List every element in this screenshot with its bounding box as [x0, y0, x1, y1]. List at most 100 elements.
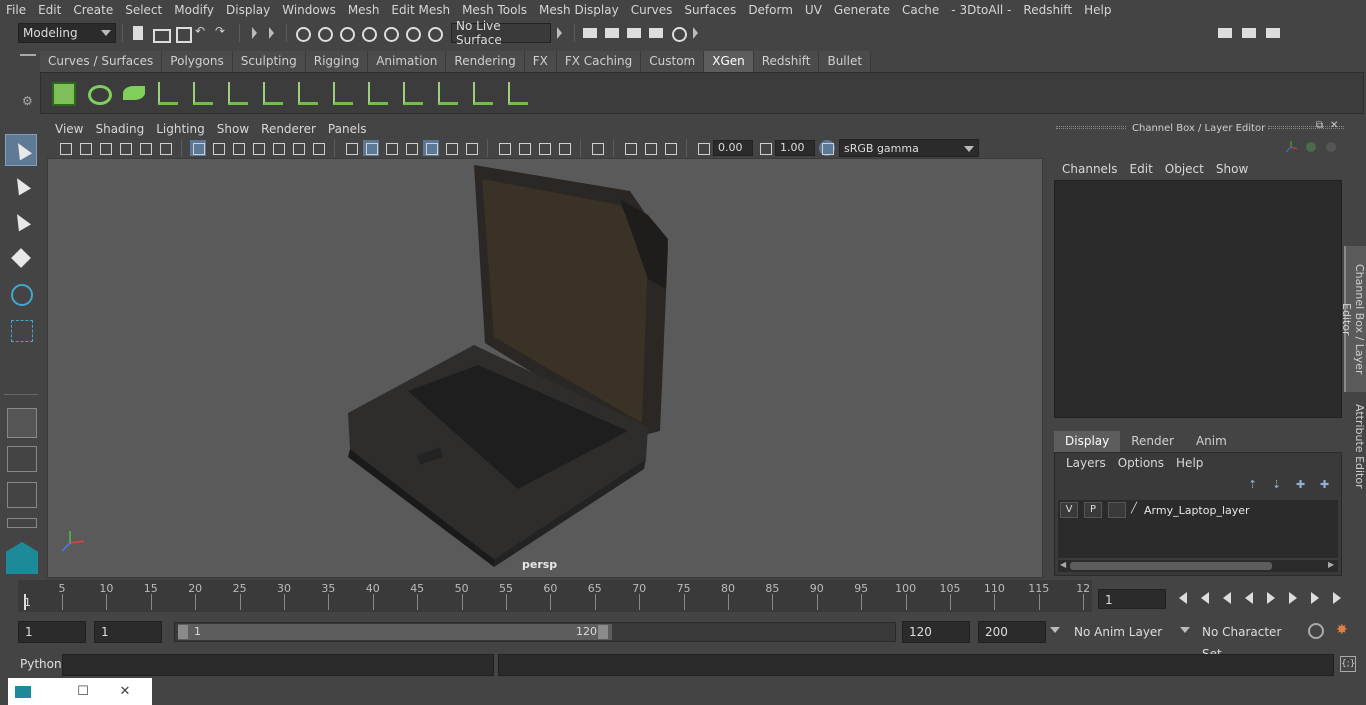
chevron-down-icon[interactable]: [1050, 627, 1060, 633]
close-icon[interactable]: ✕: [110, 678, 140, 705]
exposure-icon[interactable]: [695, 140, 711, 156]
close-panel-icon[interactable]: ✕: [1330, 120, 1338, 131]
ambient-occlusion-icon[interactable]: [496, 140, 512, 156]
status-dot-icon[interactable]: [1306, 142, 1316, 152]
shelf-tab-custom[interactable]: Custom: [641, 51, 705, 72]
camera-attributes-icon[interactable]: [77, 140, 93, 156]
gamma-icon[interactable]: [757, 140, 773, 156]
mode-dropdown[interactable]: Modeling: [18, 23, 116, 43]
maximize-icon[interactable]: ☐: [68, 678, 98, 705]
tab-render[interactable]: Render: [1120, 431, 1185, 452]
gamma-field[interactable]: 1.00: [775, 140, 815, 156]
lasso-tool-icon[interactable]: [5, 170, 37, 202]
motion-blur-icon[interactable]: [516, 140, 532, 156]
xgen-place-guide-icon[interactable]: [187, 76, 217, 110]
menu-cache[interactable]: Cache: [896, 0, 945, 20]
cb-menu-show[interactable]: Show: [1210, 160, 1254, 178]
status-dot-icon[interactable]: [1326, 142, 1336, 152]
command-input[interactable]: [62, 654, 494, 676]
render-frame-icon[interactable]: [603, 24, 621, 42]
shelf-menu-icon[interactable]: [20, 54, 36, 66]
current-time-marker[interactable]: [24, 594, 26, 610]
shelf-tab-polygons[interactable]: Polygons: [162, 51, 233, 72]
menu-mesh-tools[interactable]: Mesh Tools: [456, 0, 533, 20]
shelf-tab-animation[interactable]: Animation: [368, 51, 447, 72]
go-to-start-icon[interactable]: [1175, 590, 1191, 606]
layout-four-icon[interactable]: [7, 446, 37, 472]
menu-mesh[interactable]: Mesh: [342, 0, 386, 20]
shelf-tab-redshift[interactable]: Redshift: [753, 51, 820, 72]
menu-mesh-display[interactable]: Mesh Display: [533, 0, 625, 20]
resolution-gate-icon[interactable]: [230, 140, 246, 156]
scrollbar-thumb[interactable]: [1070, 562, 1272, 570]
menu-3dtoall[interactable]: - 3DtoAll -: [945, 0, 1017, 20]
snap-view-icon[interactable]: [425, 24, 443, 42]
undo-icon[interactable]: ↶: [195, 24, 213, 42]
menu-redshift[interactable]: Redshift: [1017, 0, 1078, 20]
xray-icon[interactable]: [622, 140, 638, 156]
maya-window-icon[interactable]: [8, 678, 38, 705]
camera-select-icon[interactable]: [57, 140, 73, 156]
cb-menu-channels[interactable]: Channels: [1056, 160, 1124, 178]
paint-select-tool-icon[interactable]: [5, 206, 37, 238]
textured-icon[interactable]: [423, 140, 439, 156]
move-layer-up-icon[interactable]: ⇡: [1248, 478, 1264, 491]
chevron-down-icon[interactable]: [1180, 627, 1190, 633]
range-slider-bar[interactable]: [178, 624, 612, 640]
menu-curves[interactable]: Curves: [625, 0, 679, 20]
color-management-icon[interactable]: [819, 140, 835, 156]
collapse-icon[interactable]: [252, 27, 257, 39]
channel-box-toggle-icon[interactable]: [1240, 24, 1258, 42]
layout-single-icon[interactable]: [7, 408, 37, 438]
play-forwards-icon[interactable]: [1263, 590, 1279, 606]
new-layer-selected-icon[interactable]: ✚: [1320, 478, 1336, 491]
range-end-handle[interactable]: [598, 625, 608, 639]
layer-playback-toggle[interactable]: P: [1084, 502, 1102, 518]
workspace-icon[interactable]: [1216, 24, 1234, 42]
shelf-tab-rigging[interactable]: Rigging: [305, 51, 369, 72]
collapse-icon[interactable]: [693, 27, 698, 39]
new-layer-icon[interactable]: ✚: [1296, 478, 1312, 491]
film-gate-icon[interactable]: [210, 140, 226, 156]
safe-title-icon[interactable]: [310, 140, 326, 156]
layer-list-scrollbar[interactable]: ◀ ▶: [1058, 560, 1338, 572]
live-surface-field[interactable]: No Live Surface: [451, 19, 551, 47]
menu-windows[interactable]: Windows: [276, 0, 342, 20]
shelf-tab-fx-caching[interactable]: FX Caching: [556, 51, 642, 72]
menu-create[interactable]: Create: [67, 0, 119, 20]
viewport-menu-show[interactable]: Show: [211, 120, 255, 138]
xgen-sculpt-icon[interactable]: [432, 76, 462, 110]
use-default-material-icon[interactable]: [383, 140, 399, 156]
step-back-key-icon[interactable]: [1197, 590, 1213, 606]
render-settings-icon[interactable]: [647, 24, 665, 42]
tab-display[interactable]: Display: [1054, 431, 1121, 452]
playback-start-field[interactable]: 1: [94, 621, 162, 643]
shelf-tab-rendering[interactable]: Rendering: [446, 51, 525, 72]
field-chart-icon[interactable]: [270, 140, 286, 156]
playback-end-field[interactable]: 120: [902, 621, 970, 643]
scale-tool-icon[interactable]: [5, 314, 37, 346]
tab-channel-box[interactable]: Channel Box / Layer Editor: [1340, 246, 1366, 392]
drag-handle-icon[interactable]: [1056, 126, 1126, 129]
snap-curve-icon[interactable]: [381, 24, 399, 42]
menu-edit[interactable]: Edit: [32, 0, 67, 20]
use-all-lights-icon[interactable]: [443, 140, 459, 156]
move-layer-down-icon[interactable]: ⇣: [1272, 478, 1288, 491]
menu-modify[interactable]: Modify: [168, 0, 220, 20]
xgen-bend-icon[interactable]: [397, 76, 427, 110]
smooth-shade-icon[interactable]: [363, 140, 379, 156]
snap-grid-icon[interactable]: [359, 24, 377, 42]
le-menu-options[interactable]: Options: [1112, 454, 1170, 472]
command-language-label[interactable]: Python: [20, 657, 62, 671]
shelf-tab-curves-surfaces[interactable]: Curves / Surfaces: [40, 51, 163, 72]
viewport-menu-lighting[interactable]: Lighting: [150, 120, 211, 138]
menu-help[interactable]: Help: [1078, 0, 1117, 20]
xgen-add-guide-icon[interactable]: [152, 76, 182, 110]
select-object-icon[interactable]: [315, 24, 333, 42]
shelf-tab-xgen[interactable]: XGen: [704, 51, 754, 72]
layer-row[interactable]: V P ╱ Army_Laptop_layer: [1060, 502, 1336, 518]
cb-menu-edit[interactable]: Edit: [1124, 160, 1159, 178]
view-transform-dropdown[interactable]: sRGB gamma: [839, 139, 979, 157]
play-backwards-icon[interactable]: [1241, 590, 1257, 606]
new-scene-icon[interactable]: [129, 24, 147, 42]
